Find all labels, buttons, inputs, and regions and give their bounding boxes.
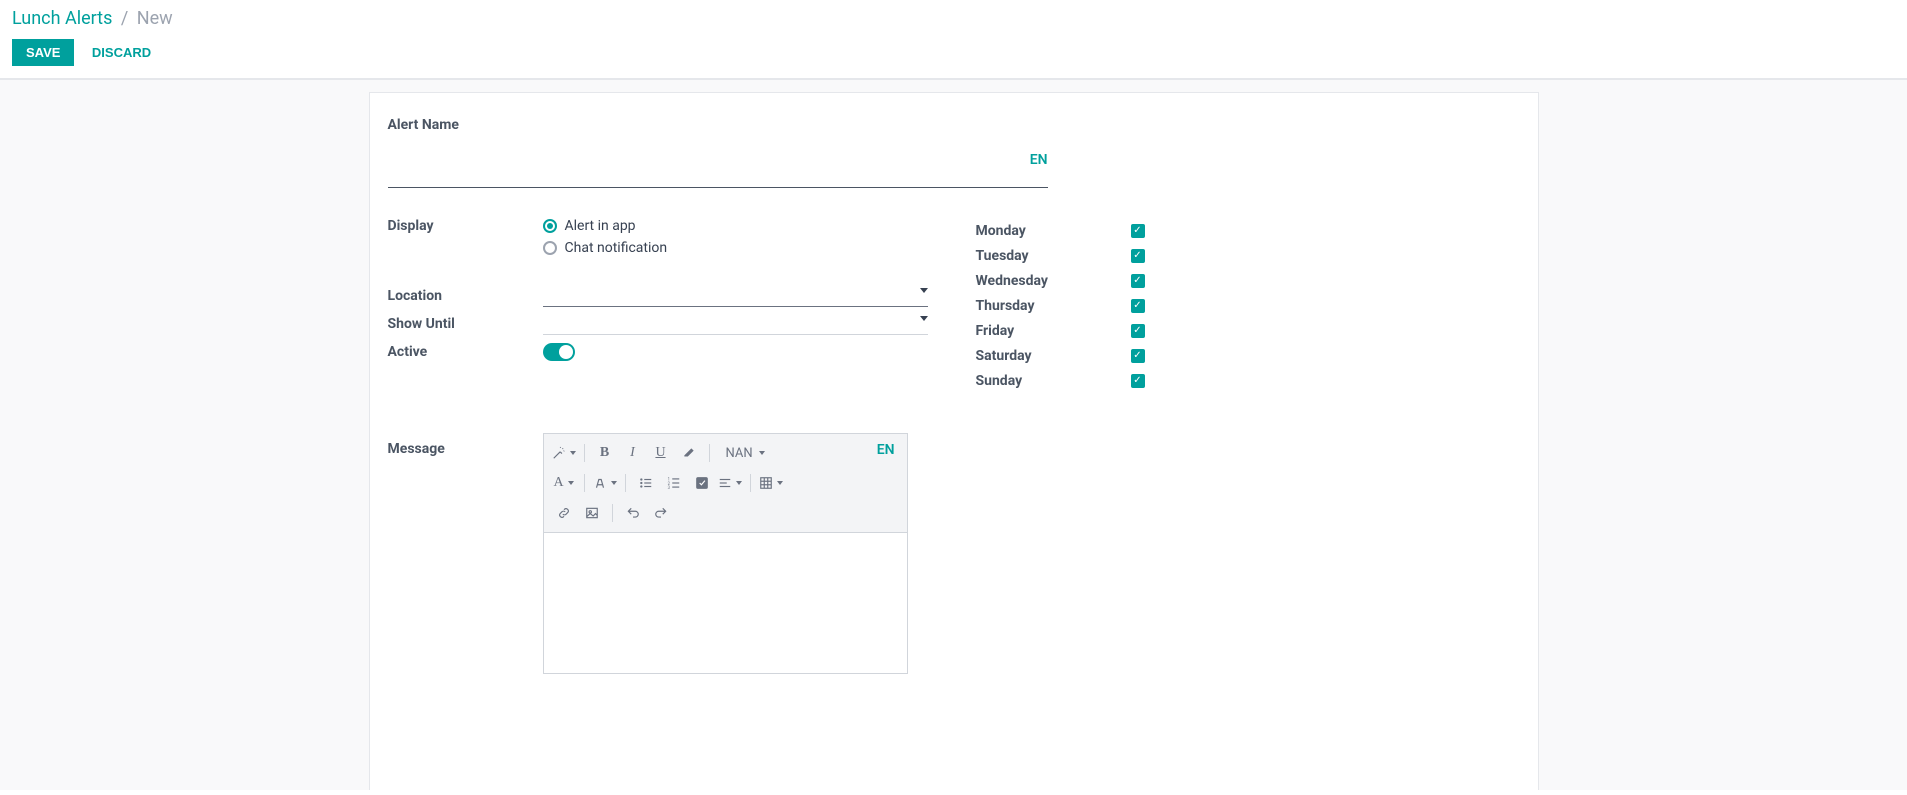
display-radio-app[interactable]: Alert in app bbox=[543, 218, 928, 234]
display-label: Display bbox=[388, 218, 543, 234]
content-scroll[interactable]: Alert Name EN Display Alert in app bbox=[0, 79, 1907, 790]
toolbar-sep bbox=[584, 474, 585, 492]
day-label: Sunday bbox=[976, 373, 1131, 389]
day-checkbox-tuesday[interactable]: ✓ bbox=[1131, 249, 1145, 263]
undo-button[interactable] bbox=[621, 501, 645, 525]
day-label: Tuesday bbox=[976, 248, 1131, 264]
text-color-dropdown[interactable] bbox=[593, 471, 617, 495]
day-label: Saturday bbox=[976, 348, 1131, 364]
location-input[interactable] bbox=[543, 285, 928, 307]
toolbar-sep bbox=[750, 474, 751, 492]
redo-button[interactable] bbox=[649, 501, 673, 525]
form-col-left: Display Alert in app Chat notification bbox=[388, 218, 928, 393]
message-label: Message bbox=[388, 433, 543, 674]
underline-button[interactable]: U bbox=[649, 441, 673, 465]
italic-button[interactable]: I bbox=[621, 441, 645, 465]
display-radio-chat[interactable]: Chat notification bbox=[543, 240, 928, 256]
day-label: Friday bbox=[976, 323, 1131, 339]
show-until-label: Show Until bbox=[388, 316, 543, 332]
day-row-tuesday: Tuesday ✓ bbox=[976, 243, 1316, 268]
eraser-button[interactable] bbox=[677, 441, 701, 465]
day-checkbox-wednesday[interactable]: ✓ bbox=[1131, 274, 1145, 288]
ordered-list-button[interactable]: 123 bbox=[662, 471, 686, 495]
breadcrumb-sep: / bbox=[121, 8, 128, 29]
editor-lang-badge[interactable]: EN bbox=[877, 442, 895, 458]
radio-unselected-icon bbox=[543, 241, 557, 255]
action-buttons: SAVE DISCARD bbox=[12, 39, 1895, 66]
form-sheet: Alert Name EN Display Alert in app bbox=[369, 92, 1539, 790]
alert-name-label: Alert Name bbox=[388, 117, 1048, 133]
day-label: Thursday bbox=[976, 298, 1131, 314]
active-toggle[interactable] bbox=[543, 343, 575, 361]
bold-button[interactable]: B bbox=[593, 441, 617, 465]
header: Lunch Alerts / New SAVE DISCARD bbox=[0, 0, 1907, 66]
discard-button[interactable]: DISCARD bbox=[78, 39, 165, 66]
toolbar-sep bbox=[625, 474, 626, 492]
toolbar-sep bbox=[709, 444, 710, 462]
editor-toolbar: EN B I U NAN bbox=[544, 434, 907, 533]
form-columns: Display Alert in app Chat notification bbox=[388, 218, 1520, 393]
checklist-button[interactable] bbox=[690, 471, 714, 495]
toolbar-sep bbox=[584, 444, 585, 462]
radio-selected-icon bbox=[543, 219, 557, 233]
alert-name-block: Alert Name EN bbox=[388, 117, 1048, 188]
image-button[interactable] bbox=[580, 501, 604, 525]
toolbar-sep bbox=[612, 504, 613, 522]
magic-wand-dropdown[interactable] bbox=[552, 441, 576, 465]
display-radio-chat-label: Chat notification bbox=[565, 240, 668, 256]
font-dropdown[interactable]: NAN bbox=[722, 441, 769, 465]
day-row-wednesday: Wednesday ✓ bbox=[976, 268, 1316, 293]
day-checkbox-saturday[interactable]: ✓ bbox=[1131, 349, 1145, 363]
message-editor-area[interactable] bbox=[544, 533, 907, 673]
day-checkbox-friday[interactable]: ✓ bbox=[1131, 324, 1145, 338]
location-label: Location bbox=[388, 288, 543, 304]
table-dropdown[interactable] bbox=[759, 471, 783, 495]
day-checkbox-sunday[interactable]: ✓ bbox=[1131, 374, 1145, 388]
svg-text:3: 3 bbox=[667, 485, 670, 490]
show-until-input[interactable] bbox=[543, 313, 928, 335]
day-label: Monday bbox=[976, 223, 1131, 239]
day-checkbox-monday[interactable]: ✓ bbox=[1131, 224, 1145, 238]
unordered-list-button[interactable] bbox=[634, 471, 658, 495]
link-button[interactable] bbox=[552, 501, 576, 525]
font-size-dropdown[interactable]: A bbox=[552, 471, 576, 495]
lang-badge[interactable]: EN bbox=[1030, 152, 1048, 168]
day-row-sunday: Sunday ✓ bbox=[976, 368, 1316, 393]
day-checkbox-thursday[interactable]: ✓ bbox=[1131, 299, 1145, 313]
align-dropdown[interactable] bbox=[718, 471, 742, 495]
form-col-right: Monday ✓ Tuesday ✓ Wednesday ✓ Thursday … bbox=[976, 218, 1316, 393]
day-row-saturday: Saturday ✓ bbox=[976, 343, 1316, 368]
breadcrumb-parent-link[interactable]: Lunch Alerts bbox=[12, 8, 112, 29]
message-editor: EN B I U NAN bbox=[543, 433, 908, 674]
breadcrumb: Lunch Alerts / New bbox=[12, 8, 1895, 29]
day-row-thursday: Thursday ✓ bbox=[976, 293, 1316, 318]
active-label: Active bbox=[388, 344, 543, 360]
display-radio-app-label: Alert in app bbox=[565, 218, 636, 234]
save-button[interactable]: SAVE bbox=[12, 39, 74, 66]
message-section: Message EN B I U bbox=[388, 433, 1520, 674]
alert-name-input[interactable] bbox=[388, 163, 1048, 188]
day-label: Wednesday bbox=[976, 273, 1131, 289]
day-row-friday: Friday ✓ bbox=[976, 318, 1316, 343]
breadcrumb-current: New bbox=[137, 8, 173, 29]
day-row-monday: Monday ✓ bbox=[976, 218, 1316, 243]
